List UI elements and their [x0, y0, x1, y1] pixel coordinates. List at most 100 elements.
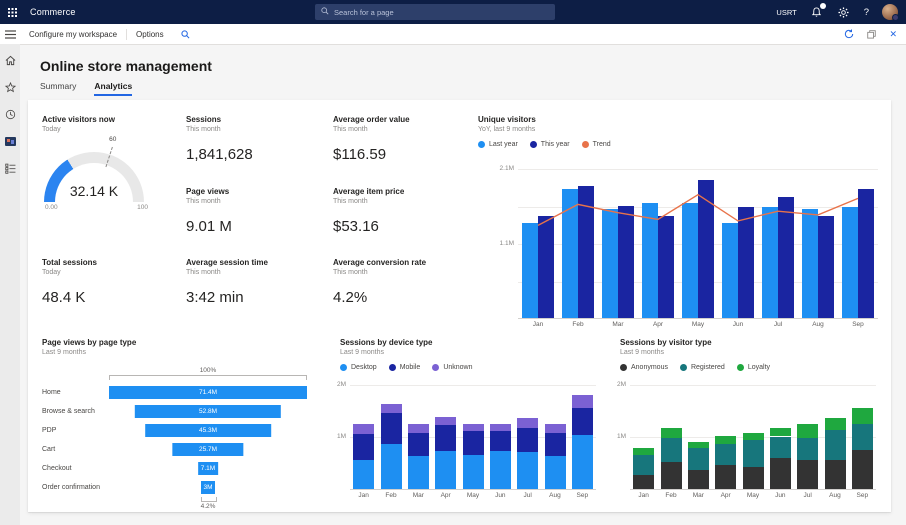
tab-analytics[interactable]: Analytics [94, 81, 132, 96]
legend-dot-icon [530, 141, 537, 148]
chart-plot-area: 1.1M2.1M [518, 158, 878, 319]
top-bar-actions: USRT ? [776, 0, 898, 24]
legend-item: Trend [582, 141, 611, 148]
chart-title: Page views by page type [42, 338, 332, 347]
funnel-row: PDP45.3M [42, 424, 332, 437]
cmd-options[interactable]: Options [127, 30, 173, 39]
chart-x-axis-labels: JanFebMarAprMayJunJulAugSep [518, 321, 878, 328]
legend-item: Last year [478, 141, 518, 148]
kpi-page-views: Page views This month 9.01 M [186, 187, 326, 235]
funnel-bar: 45.3M [145, 424, 271, 437]
chart-x-axis-labels: JanFebMarAprMayJunJulAugSep [350, 492, 596, 499]
funnel-bar: 25.7M [172, 443, 243, 456]
legend-dot-icon [340, 364, 347, 371]
funnel-bar: 7.1M [198, 462, 218, 475]
environment-label[interactable]: USRT [776, 8, 796, 17]
active-visitors-gauge: 60 32.14 K 0.00 100 [42, 144, 146, 212]
tab-summary[interactable]: Summary [40, 81, 76, 96]
legend-dot-icon [680, 364, 687, 371]
unique-visitors-chart: Unique visitors YoY, last 9 months Last … [478, 115, 888, 335]
tasks-list-icon[interactable] [4, 162, 16, 174]
legend-item: This year [530, 141, 570, 148]
legend-dot-icon [737, 364, 744, 371]
chart-legend: Last year This year Trend [478, 141, 611, 148]
kpi-period: Today [42, 126, 182, 133]
funnel-body: 100%Home71.4MBrowse & search52.8MPDP45.3… [42, 367, 332, 510]
notifications-bell-icon[interactable] [810, 5, 824, 19]
kpi-average-item-price: Average item price This month $53.16 [333, 187, 473, 235]
chart-title: Sessions by visitor type [620, 338, 890, 347]
page-title: Online store management [40, 58, 212, 74]
kpi-value: 9.01 M [186, 218, 326, 235]
home-icon[interactable] [4, 54, 16, 66]
window-controls: ✕ [844, 29, 906, 40]
settings-gear-icon[interactable] [837, 5, 851, 19]
kpi-sessions: Sessions This month 1,841,628 [186, 115, 326, 163]
gauge-max-label: 100 [137, 204, 148, 211]
refresh-icon[interactable] [844, 29, 854, 39]
chart-x-axis-labels: JanFebMarAprMayJunJulAugSep [630, 492, 876, 499]
workspace-icon[interactable] [4, 135, 16, 147]
funnel-row: Browse & search52.8M [42, 405, 332, 418]
legend-item: Unknown [432, 364, 472, 371]
favorites-star-icon[interactable] [4, 81, 16, 93]
help-icon[interactable]: ? [864, 7, 869, 18]
kpi-value: 4.2% [333, 289, 473, 306]
legend-item: Loyalty [737, 364, 770, 371]
legend-dot-icon [582, 141, 589, 148]
legend-item: Registered [680, 364, 725, 371]
funnel-row: Checkout7.1M [42, 462, 332, 475]
sessions-by-visitor-chart: Sessions by visitor type Last 9 months A… [620, 338, 890, 508]
funnel-row: Home71.4M [42, 386, 332, 399]
sessions-by-device-chart: Sessions by device type Last 9 months De… [340, 338, 606, 508]
page-search-icon[interactable] [181, 30, 190, 39]
user-avatar[interactable] [882, 4, 898, 20]
command-bar: Configure my workspace Options ✕ [0, 24, 906, 45]
search-placeholder: Search for a page [334, 8, 394, 17]
legend-item: Desktop [340, 364, 377, 371]
kpi-value: 3:42 min [186, 289, 326, 306]
global-search-input[interactable]: Search for a page [315, 4, 555, 20]
gauge-target-label: 60 [109, 136, 116, 143]
page-views-funnel-chart: Page views by page type Last 9 months 10… [42, 338, 332, 508]
chart-subtitle: Last 9 months [620, 349, 890, 356]
funnel-bar: 71.4M [109, 386, 307, 399]
legend-dot-icon [432, 364, 439, 371]
app-name: Commerce [30, 7, 76, 17]
gauge-min-label: 0.00 [45, 204, 58, 211]
side-nav [0, 44, 20, 525]
legend-dot-icon [478, 141, 485, 148]
chart-title: Unique visitors [478, 115, 888, 124]
kpi-total-sessions: Total sessions Today 48.4 K [42, 258, 182, 306]
kpi-average-order-value: Average order value This month $116.59 [333, 115, 473, 163]
kpi-value: 48.4 K [42, 289, 182, 306]
hamburger-menu-icon[interactable] [0, 24, 20, 44]
chart-legend: Anonymous Registered Loyalty [620, 364, 770, 371]
gauge-value: 32.14 K [42, 183, 146, 199]
funnel-bar: 3M [201, 481, 215, 494]
search-icon [321, 7, 329, 17]
notification-badge [820, 3, 826, 9]
chart-subtitle: YoY, last 9 months [478, 126, 888, 133]
kpi-active-visitors: Active visitors now Today 60 32.14 K 0.0… [42, 115, 182, 212]
legend-item: Mobile [389, 364, 421, 371]
chart-plot-area: 1M2M [630, 377, 876, 490]
tab-bar: Summary Analytics [40, 81, 132, 96]
kpi-average-session-time: Average session time This month 3:42 min [186, 258, 326, 306]
recent-clock-icon[interactable] [4, 108, 16, 120]
kpi-value: $53.16 [333, 218, 473, 235]
chart-subtitle: Last 9 months [42, 349, 332, 356]
restore-window-icon[interactable] [867, 30, 876, 39]
chart-title: Sessions by device type [340, 338, 606, 347]
close-window-icon[interactable]: ✕ [889, 29, 897, 40]
cmd-configure-workspace[interactable]: Configure my workspace [20, 30, 126, 39]
commerce-dashboard: Commerce Search for a page USRT ? Config… [0, 0, 906, 525]
legend-item: Anonymous [620, 364, 668, 371]
kpi-average-conversion-rate: Average conversion rate This month 4.2% [333, 258, 473, 306]
funnel-bar: 52.8M [135, 405, 281, 418]
kpi-title: Active visitors now [42, 115, 182, 124]
kpi-value: 1,841,628 [186, 146, 326, 163]
funnel-row: Order confirmation3M [42, 481, 332, 494]
chart-subtitle: Last 9 months [340, 349, 606, 356]
waffle-menu-icon[interactable] [0, 0, 24, 24]
